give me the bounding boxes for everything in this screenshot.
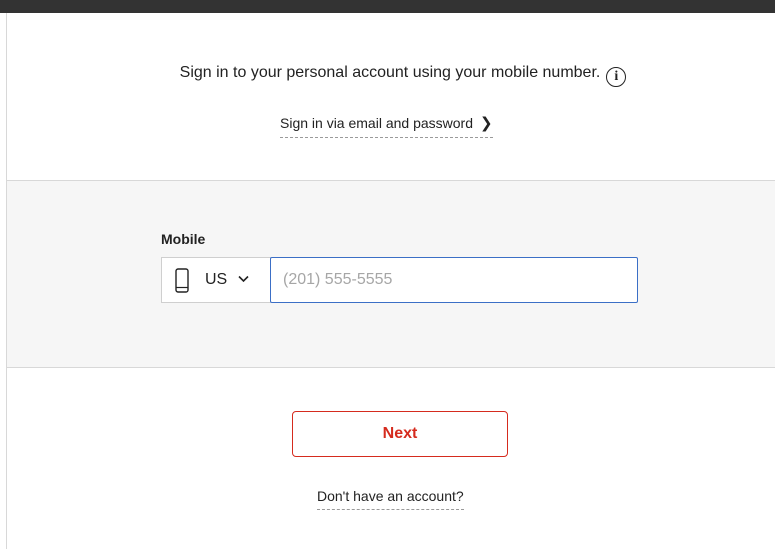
sign-in-email-label: Sign in via email and password <box>280 115 473 131</box>
info-icon[interactable]: i <box>606 67 627 87</box>
chevron-right-icon: ❯ <box>480 115 493 132</box>
intro-text: Sign in to your personal account using y… <box>179 64 601 81</box>
sign-in-email-link[interactable]: Sign in via email and password ❯ <box>280 115 493 138</box>
mobile-form-section: Mobile US <box>7 181 775 368</box>
chevron-down-icon <box>238 275 249 283</box>
next-button[interactable]: Next <box>292 411 508 457</box>
create-account-link[interactable]: Don't have an account? <box>317 488 464 510</box>
intro-section: Sign in to your personal account using y… <box>7 13 775 181</box>
mobile-number-input[interactable] <box>270 257 638 303</box>
top-bar <box>0 0 775 13</box>
mobile-label: Mobile <box>161 231 206 247</box>
country-code-select[interactable]: US <box>161 257 271 303</box>
sign-in-panel: Sign in to your personal account using y… <box>6 13 775 549</box>
mobile-phone-icon <box>175 268 189 293</box>
intro-line: Sign in to your personal account using y… <box>7 63 775 87</box>
country-code-value: US <box>205 271 228 288</box>
